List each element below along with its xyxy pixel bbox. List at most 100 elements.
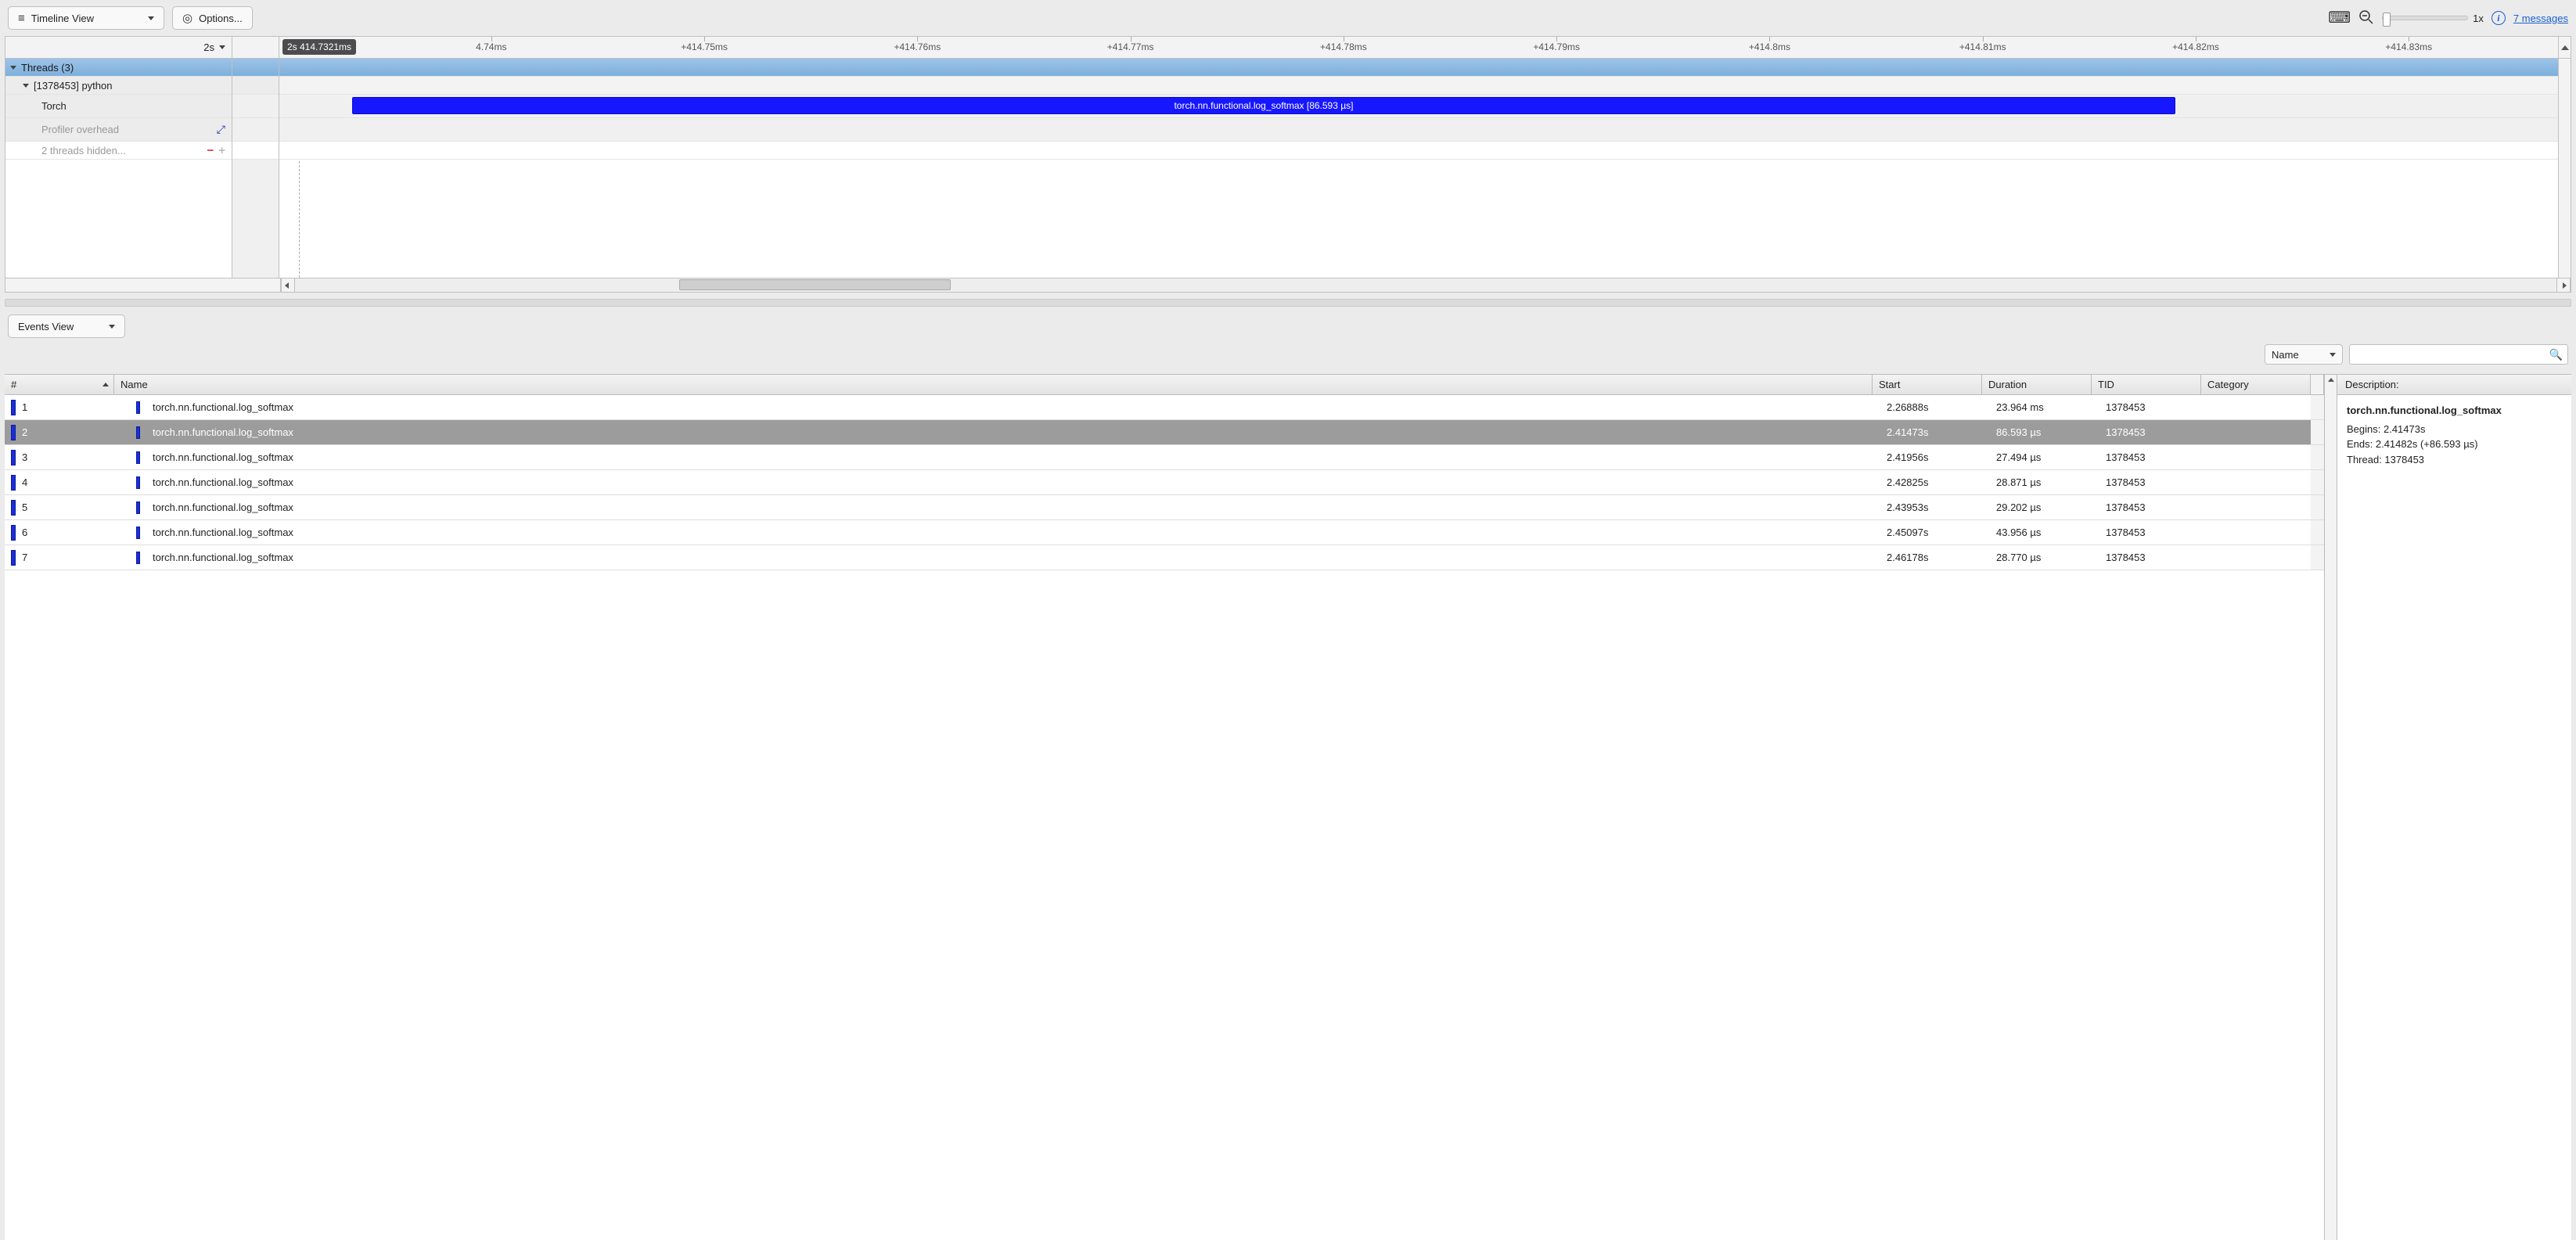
row-name: torch.nn.functional.log_softmax — [153, 476, 293, 488]
timeline-event-bar[interactable]: torch.nn.functional.log_softmax [86.593 … — [352, 97, 2175, 114]
events-toolbar: Events View — [5, 311, 2571, 338]
event-marker-icon — [136, 476, 140, 489]
event-marker-icon — [11, 500, 16, 516]
description-title: torch.nn.functional.log_softmax — [2347, 403, 2562, 419]
profiler-overhead-row[interactable]: Profiler overhead ⤢ — [5, 118, 232, 142]
info-icon: i — [2491, 11, 2506, 25]
row-tid: 1378453 — [2106, 426, 2146, 438]
events-vertical-scrollbar[interactable] — [2324, 375, 2337, 1240]
chevron-down-icon — [219, 45, 225, 49]
events-table: # Name Start Duration TID Category 1torc… — [5, 375, 2324, 1240]
table-row[interactable]: 5torch.nn.functional.log_softmax2.43953s… — [5, 495, 2324, 520]
row-number: 4 — [22, 476, 27, 488]
event-marker-icon — [11, 475, 16, 491]
timeline-tracks[interactable]: torch.nn.functional.log_softmax [86.593 … — [279, 59, 2558, 278]
event-marker-icon — [136, 426, 140, 439]
ruler-left-label[interactable]: 2s — [5, 37, 232, 58]
row-start: 2.43953s — [1887, 501, 1929, 513]
row-name: torch.nn.functional.log_softmax — [153, 501, 293, 513]
row-number: 2 — [22, 426, 27, 438]
expand-icon[interactable]: ⤢ — [217, 123, 225, 136]
plus-icon[interactable]: + — [218, 144, 225, 157]
minimap-strip — [232, 59, 279, 278]
row-duration: 23.964 ms — [1996, 401, 2044, 413]
col-name[interactable]: Name — [114, 375, 1873, 394]
messages-label: 7 messages — [2513, 13, 2568, 24]
torch-label: Torch — [41, 100, 232, 112]
eye-icon: ◎ — [182, 13, 192, 24]
scroll-up-button[interactable] — [2558, 37, 2571, 58]
col-category[interactable]: Category — [2201, 375, 2311, 394]
description-header: Description: — [2337, 375, 2571, 395]
table-row[interactable]: 1torch.nn.functional.log_softmax2.26888s… — [5, 395, 2324, 420]
events-view-dropdown[interactable]: Events View — [8, 314, 125, 338]
table-row[interactable]: 3torch.nn.functional.log_softmax2.41956s… — [5, 445, 2324, 470]
splitter-bar[interactable] — [5, 299, 2571, 307]
keyboard-icon[interactable]: ⌨ — [2328, 10, 2351, 26]
event-marker-icon — [136, 552, 140, 564]
table-row[interactable]: 6torch.nn.functional.log_softmax2.45097s… — [5, 520, 2324, 545]
event-bar-label: torch.nn.functional.log_softmax [86.593 … — [1174, 100, 1353, 111]
event-marker-icon — [136, 401, 140, 414]
description-thread: Thread: 1378453 — [2347, 452, 2562, 468]
disclosure-icon — [10, 66, 16, 70]
search-icon: 🔍 — [2549, 348, 2563, 361]
col-number[interactable]: # — [5, 375, 114, 394]
vertical-scrollbar[interactable] — [2558, 59, 2571, 278]
row-duration: 86.593 µs — [1996, 426, 2041, 438]
row-start: 2.41956s — [1887, 451, 1929, 463]
overhead-label: Profiler overhead — [41, 124, 217, 135]
scroll-left-icon[interactable] — [285, 282, 289, 289]
threads-header[interactable]: Threads (3) — [5, 59, 232, 77]
col-duration[interactable]: Duration — [1982, 375, 2092, 394]
filter-by-dropdown[interactable]: Name — [2265, 344, 2343, 365]
top-toolbar: ≡ Timeline View ◎ Options... ⌨ 1x i 7 me… — [5, 5, 2571, 31]
row-name: torch.nn.functional.log_softmax — [153, 451, 293, 463]
process-row[interactable]: [1378453] python — [5, 77, 232, 95]
row-tid: 1378453 — [2106, 476, 2146, 488]
event-marker-icon — [11, 400, 16, 415]
description-begins: Begins: 2.41473s — [2347, 422, 2562, 437]
filter-search-box[interactable]: 🔍 — [2349, 344, 2568, 365]
time-ruler[interactable]: 2s 2s 414.7321ms 4.74ms+414.75ms+414.76m… — [5, 37, 2571, 59]
timeline-view-dropdown[interactable]: ≡ Timeline View — [8, 6, 164, 30]
filter-by-label: Name — [2272, 349, 2299, 361]
row-name: torch.nn.functional.log_softmax — [153, 426, 293, 438]
messages-link[interactable]: 7 messages — [2513, 13, 2568, 24]
table-row[interactable]: 2torch.nn.functional.log_softmax2.41473s… — [5, 420, 2324, 445]
scroll-thumb[interactable] — [679, 279, 951, 290]
zoom-thumb[interactable] — [2383, 13, 2391, 27]
options-label: Options... — [199, 13, 243, 24]
filter-search-input[interactable] — [2355, 349, 2549, 361]
horizontal-scrollbar[interactable] — [5, 278, 2571, 292]
col-start[interactable]: Start — [1873, 375, 1982, 394]
options-button[interactable]: ◎ Options... — [172, 6, 253, 30]
row-start: 2.26888s — [1887, 401, 1929, 413]
torch-row[interactable]: Torch — [5, 95, 232, 118]
event-marker-icon — [136, 451, 140, 464]
hidden-threads-row[interactable]: 2 threads hidden... − + — [5, 142, 232, 160]
col-tid[interactable]: TID — [2092, 375, 2201, 394]
event-marker-icon — [11, 550, 16, 566]
description-panel: Description: torch.nn.functional.log_sof… — [2337, 375, 2571, 1240]
row-duration: 29.202 µs — [1996, 501, 2041, 513]
table-row[interactable]: 4torch.nn.functional.log_softmax2.42825s… — [5, 470, 2324, 495]
row-tid: 1378453 — [2106, 501, 2146, 513]
events-view-label: Events View — [18, 321, 74, 332]
timeline-view-label: Timeline View — [31, 13, 94, 24]
row-tid: 1378453 — [2106, 527, 2146, 538]
scroll-right-icon[interactable] — [2563, 282, 2567, 289]
ruler-main[interactable]: 2s 414.7321ms 4.74ms+414.75ms+414.76ms+4… — [279, 37, 2558, 58]
row-duration: 27.494 µs — [1996, 451, 2041, 463]
row-tid: 1378453 — [2106, 451, 2146, 463]
row-name: torch.nn.functional.log_softmax — [153, 552, 293, 563]
table-row[interactable]: 7torch.nn.functional.log_softmax2.46178s… — [5, 545, 2324, 570]
row-tid: 1378453 — [2106, 552, 2146, 563]
row-number: 1 — [22, 401, 27, 413]
menu-icon: ≡ — [18, 13, 25, 24]
zoom-slider[interactable]: 1x — [2382, 13, 2484, 24]
timeline-panel: 2s 2s 414.7321ms 4.74ms+414.75ms+414.76m… — [5, 36, 2571, 293]
row-start: 2.45097s — [1887, 527, 1929, 538]
minus-icon[interactable]: − — [207, 144, 214, 157]
zoom-out-icon[interactable] — [2358, 9, 2374, 27]
